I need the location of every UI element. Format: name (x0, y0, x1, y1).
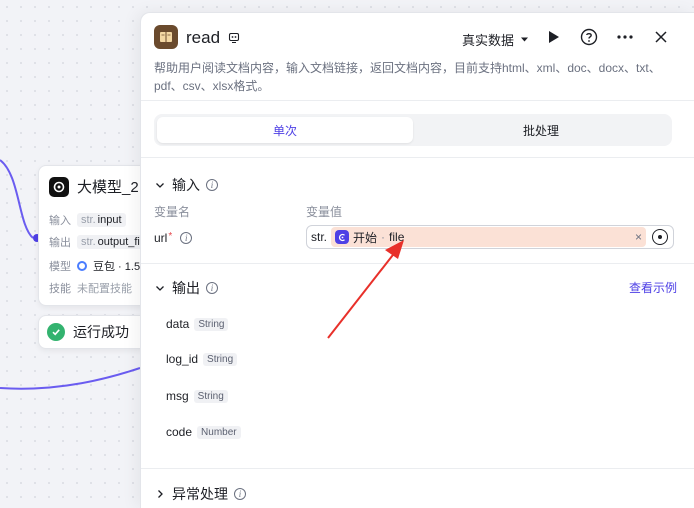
input-section-title: 输入 (172, 177, 200, 193)
node-row-model: 模型 豆包 · 1.5 (49, 261, 141, 273)
param-type-label: str. (311, 230, 328, 244)
section-divider (141, 263, 694, 264)
column-var-name: 变量名 (154, 205, 191, 219)
info-icon[interactable]: i (206, 282, 218, 294)
section-divider (141, 468, 694, 469)
clear-reference-icon[interactable]: × (635, 230, 642, 244)
info-icon[interactable]: i (234, 488, 246, 500)
doubao-icon (77, 261, 87, 271)
panel-title: read (186, 28, 221, 47)
reference-variable: file (389, 230, 405, 244)
tab-batch[interactable]: 批处理 (413, 117, 669, 143)
run-status-label: 运行成功 (73, 324, 129, 340)
column-var-value: 变量值 (306, 205, 343, 219)
plugin-badge-icon (228, 31, 240, 49)
type-tag: String (194, 317, 229, 331)
output-field-row: msg String (166, 389, 228, 403)
run-status-badge[interactable]: 运行成功 (38, 315, 148, 349)
node-row-skills: 技能 未配置技能 (49, 283, 132, 295)
caret-down-icon (521, 37, 529, 42)
data-mode-select[interactable]: 真实数据 (462, 30, 529, 49)
chevron-down-icon (156, 286, 164, 291)
panel-description: 帮助用户阅读文档内容，输入文档链接，返回文档内容，目前支持html、xml、do… (154, 61, 661, 93)
variable-picker-icon[interactable] (652, 229, 669, 245)
panel-header: read 真实数据 帮助用户阅读文档内容，输入文档链接，返回文档内容，目前支持h… (141, 13, 694, 101)
type-tag: String (193, 389, 228, 403)
play-icon (549, 31, 559, 43)
output-field-row: log_id String (166, 352, 238, 366)
error-section-header[interactable]: 异常处理 i (154, 484, 246, 504)
node-row-output: 输出 str. output_fi (49, 234, 144, 250)
tab-single[interactable]: 单次 (157, 117, 413, 143)
book-plugin-icon (154, 25, 178, 49)
chevron-down-icon (156, 183, 164, 188)
more-icon (617, 35, 633, 39)
reference-separator: · (381, 230, 386, 244)
type-tag: String (203, 352, 238, 366)
llm-node-icon (49, 176, 69, 197)
output-field-row: data String (166, 317, 229, 331)
help-icon (580, 28, 598, 46)
close-button[interactable] (650, 26, 672, 48)
type-tag: Number (197, 425, 241, 439)
node-title: 大模型_2 (77, 179, 139, 196)
variable-reference-chip[interactable]: 开始 · file × (331, 227, 647, 247)
param-url-label: url * i (154, 230, 193, 245)
info-icon[interactable]: i (180, 232, 193, 244)
output-section-title: 输出 (172, 280, 200, 296)
check-circle-icon (47, 323, 65, 341)
url-value-field[interactable]: str. 开始 · file × (306, 225, 674, 249)
run-mode-tabs: 单次 批处理 (141, 101, 694, 158)
start-node-icon (335, 230, 350, 244)
node-detail-panel: read 真实数据 帮助用户阅读文档内容，输入文档链接，返回文档内容，目前支持h… (140, 12, 694, 508)
reference-source: 开始 (353, 230, 378, 245)
run-button[interactable] (543, 26, 565, 48)
view-example-link[interactable]: 查看示例 (629, 279, 677, 296)
chevron-right-icon (158, 490, 163, 498)
info-icon[interactable]: i (206, 179, 218, 191)
more-button[interactable] (614, 26, 636, 48)
node-row-input: 输入 str. input (49, 212, 126, 228)
required-mark: * (168, 230, 173, 242)
close-icon (655, 31, 667, 43)
output-section-header[interactable]: 输出 i (154, 278, 218, 298)
help-button[interactable] (578, 26, 600, 48)
error-section-title: 异常处理 (172, 486, 228, 502)
output-field-row: code Number (166, 425, 241, 439)
input-section-header[interactable]: 输入 i (154, 175, 218, 195)
